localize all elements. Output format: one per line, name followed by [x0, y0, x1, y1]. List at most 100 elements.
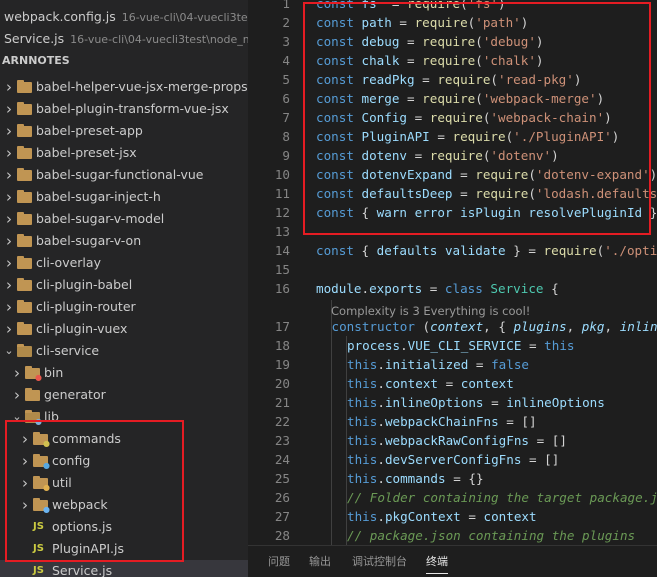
tree-item-label: babel-sugar-v-on — [36, 233, 142, 248]
tree-item-label: generator — [44, 387, 106, 402]
code-line-20[interactable]: 20 this.context = context — [248, 374, 657, 393]
code-token: context — [483, 509, 537, 524]
code-token: VUE_CLI_SERVICE — [407, 338, 522, 353]
line-number: 3 — [282, 34, 290, 49]
folder-icon — [17, 344, 33, 358]
code-editor[interactable]: 1 const fs = require('fs') 2 const path = r… — [248, 0, 657, 545]
code-token: . — [377, 471, 385, 486]
tree-item-babel-preset-jsx[interactable]: › babel-preset-jsx — [0, 142, 248, 164]
tree-item-label: babel-preset-jsx — [36, 145, 137, 160]
tree-item-cli-overlay[interactable]: › cli-overlay — [0, 252, 248, 274]
code-token: = — [483, 395, 507, 410]
chevron-right-icon[interactable]: › — [4, 318, 14, 340]
chevron-right-icon[interactable]: › — [4, 274, 14, 296]
tree-item-cli-plugin-router[interactable]: › cli-plugin-router — [0, 296, 248, 318]
code-line-18[interactable]: 18 process.VUE_CLI_SERVICE = this — [248, 336, 657, 355]
code-token: context — [460, 376, 514, 391]
tree-item-babel-sugar-v-on[interactable]: › babel-sugar-v-on — [0, 230, 248, 252]
code-line-22[interactable]: 22 this.webpackChainFns = [] — [248, 412, 657, 431]
code-token: this — [544, 338, 575, 353]
folder-icon — [17, 124, 33, 138]
code-line-16[interactable]: 16 module.exports = class Service { — [248, 279, 657, 298]
tree-item-label: babel-preset-app — [36, 123, 143, 138]
code-line-26[interactable]: 26 // Folder containing the target packag… — [248, 488, 657, 507]
tree-item-babel-helper-vue-jsx-merge-props[interactable]: › babel-helper-vue-jsx-merge-props — [0, 76, 248, 98]
tree-item-service-js[interactable]: JS Service.js — [0, 560, 248, 577]
folder-icon — [17, 322, 33, 336]
chevron-right-icon[interactable]: › — [4, 120, 14, 142]
line-number: 23 — [274, 433, 290, 448]
chevron-right-icon[interactable]: › — [4, 230, 14, 252]
highlight-box-tree — [5, 420, 184, 562]
code-line-21[interactable]: 21 this.inlineOptions = inlineOptions — [248, 393, 657, 412]
code-token: . — [377, 357, 385, 372]
tree-item-babel-preset-app[interactable]: › babel-preset-app — [0, 120, 248, 142]
line-number: 1 — [282, 0, 290, 11]
code-token: . — [377, 395, 385, 410]
tree-item-label: babel-sugar-functional-vue — [36, 167, 204, 182]
tree-item-cli-service[interactable]: ⌄ cli-service — [0, 340, 248, 362]
chevron-right-icon[interactable]: › — [4, 76, 14, 98]
code-line-15[interactable]: 15 — [248, 260, 657, 279]
line-number: 27 — [274, 509, 290, 524]
tree-item-cli-plugin-vuex[interactable]: › cli-plugin-vuex — [0, 318, 248, 340]
line-number: 22 — [274, 414, 290, 429]
folder-icon — [17, 190, 33, 204]
panel-tab-0[interactable]: 问题 — [268, 546, 290, 577]
open-editor-item[interactable]: webpack.config.js 16-vue-cli\04-vuecli3te… — [0, 6, 248, 28]
code-token: this — [347, 509, 378, 524]
tree-item-label: cli-plugin-router — [36, 299, 136, 314]
folder-icon — [17, 212, 33, 226]
open-editor-item[interactable]: Service.js 16-vue-cli\04-vuecli3test\node… — [0, 28, 248, 50]
code-token: process — [347, 338, 401, 353]
chevron-right-icon[interactable]: › — [4, 252, 14, 274]
chevron-right-icon[interactable]: › — [4, 296, 14, 318]
tree-item-babel-sugar-v-model[interactable]: › babel-sugar-v-model — [0, 208, 248, 230]
tree-item-babel-sugar-functional-vue[interactable]: › babel-sugar-functional-vue — [0, 164, 248, 186]
highlight-box-code — [303, 2, 651, 235]
tree-item-babel-plugin-transform-vue-jsx[interactable]: › babel-plugin-transform-vue-jsx — [0, 98, 248, 120]
code-line-17[interactable]: 17 constructor (context, { plugins, pkg, … — [248, 317, 657, 336]
panel-tab-1[interactable]: 输出 — [309, 546, 331, 577]
tree-item-cli-plugin-babel[interactable]: › cli-plugin-babel — [0, 274, 248, 296]
code-line-14[interactable]: 14 const { defaults validate } = require(… — [248, 241, 657, 260]
code-token: = — [521, 338, 545, 353]
code-token: = — [438, 376, 461, 391]
chevron-right-icon[interactable]: › — [4, 98, 14, 120]
tree-item-bin[interactable]: › ● bin — [0, 362, 248, 384]
code-token: = — [460, 509, 484, 524]
line-number: 15 — [274, 262, 290, 277]
code-token: = — [422, 281, 445, 296]
code-line-28[interactable]: 28 // package.json containing the plugins — [248, 526, 657, 545]
code-token: initialized — [384, 357, 469, 372]
code-token: pkg — [581, 319, 605, 334]
code-line-27[interactable]: 27 this.pkgContext = context — [248, 507, 657, 526]
code-text: this.initialized = false — [347, 355, 529, 374]
code-token: . — [377, 414, 385, 429]
line-number: 13 — [274, 224, 290, 239]
chevron-down-icon[interactable]: ⌄ — [4, 340, 14, 362]
code-token: this — [347, 357, 378, 372]
chevron-right-icon[interactable]: › — [4, 164, 14, 186]
chevron-right-icon[interactable]: › — [12, 384, 22, 406]
code-token: . — [377, 452, 385, 467]
code-text: this.webpackRawConfigFns = [] — [347, 431, 567, 450]
code-line-24[interactable]: 24 this.devServerConfigFns = [] — [248, 450, 657, 469]
code-token: './options' — [604, 243, 657, 258]
chevron-right-icon[interactable]: › — [12, 362, 22, 384]
panel-tab-3[interactable]: 终端 — [426, 546, 448, 577]
chevron-right-icon[interactable]: › — [4, 142, 14, 164]
tree-item-babel-sugar-inject-h[interactable]: › babel-sugar-inject-h — [0, 186, 248, 208]
chevron-right-icon[interactable]: › — [4, 208, 14, 230]
codelens-complexity[interactable]: Complexity is 3 Everything is cool! — [331, 303, 530, 319]
code-token: const — [316, 243, 362, 258]
code-line-19[interactable]: 19 this.initialized = false — [248, 355, 657, 374]
code-line-23[interactable]: 23 this.webpackRawConfigFns = [] — [248, 431, 657, 450]
tree-item-generator[interactable]: › generator — [0, 384, 248, 406]
chevron-right-icon[interactable]: › — [4, 186, 14, 208]
code-line-25[interactable]: 25 this.commands = {} — [248, 469, 657, 488]
explorer-section-header[interactable]: ARNNOTES — [0, 50, 248, 72]
panel-tab-2[interactable]: 调试控制台 — [352, 546, 407, 577]
code-token: inlineOptions — [384, 395, 484, 410]
